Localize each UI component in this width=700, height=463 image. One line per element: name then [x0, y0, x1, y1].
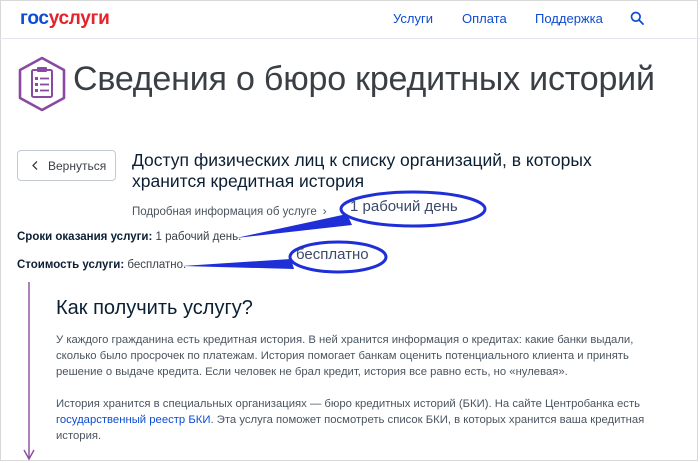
- service-cost: Стоимость услуги: бесплатно.: [17, 259, 186, 271]
- clipboard-list-icon: [18, 56, 66, 112]
- terms-label: Сроки оказания услуги:: [17, 231, 153, 243]
- paragraph-1: У каждого гражданина есть кредитная исто…: [56, 334, 634, 378]
- top-bar: госуслуги Услуги Оплата Поддержка: [0, 0, 700, 39]
- nav-services[interactable]: Услуги: [393, 11, 433, 26]
- back-button[interactable]: Вернуться: [17, 150, 116, 181]
- paragraph-2: История хранится в специальных организац…: [56, 396, 656, 444]
- more-info-label: Подробная информация об услуге: [132, 206, 317, 218]
- logo-part-2: услуги: [48, 8, 110, 29]
- terms-value: 1 рабочий день.: [155, 231, 242, 243]
- search-icon[interactable]: [630, 11, 644, 25]
- service-title: Доступ физических лиц к списку организац…: [132, 150, 592, 191]
- page-title: Сведения о бюро кредитных историй: [73, 60, 655, 98]
- timeline-arrow: [23, 282, 35, 461]
- section-title: Как получить услугу?: [56, 297, 253, 319]
- logo-part-1: гос: [20, 8, 49, 29]
- cost-label: Стоимость услуги:: [17, 259, 125, 271]
- annotation-text-2: бесплатно: [296, 246, 369, 263]
- nav-support[interactable]: Поддержка: [535, 11, 603, 26]
- bki-registry-link[interactable]: государственный реестр БКИ: [56, 414, 210, 426]
- more-info-link[interactable]: Подробная информация об услуге ›: [132, 206, 327, 218]
- chevron-right-icon: ›: [322, 206, 327, 218]
- gosuslugi-logo[interactable]: госуслуги: [20, 8, 110, 30]
- service-terms: Сроки оказания услуги: 1 рабочий день.: [17, 231, 241, 243]
- paragraph-2-start: История хранится в специальных организац…: [56, 398, 641, 410]
- cost-value: бесплатно.: [127, 259, 187, 271]
- annotation-text-1: 1 рабочий день: [350, 198, 458, 215]
- back-button-label: Вернуться: [48, 158, 107, 173]
- chevron-left-icon: [32, 161, 38, 170]
- nav-payment[interactable]: Оплата: [462, 11, 507, 26]
